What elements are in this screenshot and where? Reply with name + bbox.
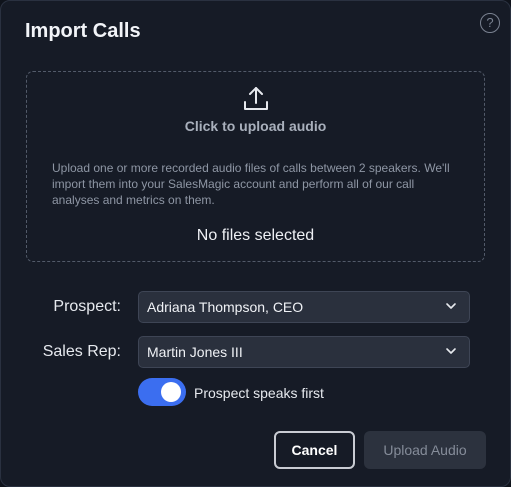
prospect-select-value: Adriana Thompson, CEO xyxy=(147,299,304,315)
help-icon[interactable]: ? xyxy=(480,13,500,33)
upload-dropzone[interactable]: Click to upload audio Upload one or more… xyxy=(26,71,485,262)
import-calls-dialog: Import Calls ? Click to upload audio Upl… xyxy=(0,0,511,487)
upload-description: Upload one or more recorded audio files … xyxy=(52,161,450,207)
upload-audio-button[interactable]: Upload Audio xyxy=(364,431,486,469)
prospect-speaks-first-toggle[interactable] xyxy=(138,378,186,406)
prospect-label: Prospect: xyxy=(53,298,121,315)
dialog-title: Import Calls xyxy=(25,20,141,42)
sales-rep-select[interactable]: Martin Jones III xyxy=(138,336,470,368)
upload-icon xyxy=(244,87,268,110)
file-status: No files selected xyxy=(196,227,315,244)
toggle-knob xyxy=(161,382,181,402)
toggle-label: Prospect speaks first xyxy=(194,385,324,401)
upload-label[interactable]: Click to upload audio xyxy=(27,118,484,134)
sales-rep-select-value: Martin Jones III xyxy=(147,344,243,360)
cancel-button[interactable]: Cancel xyxy=(274,431,355,469)
chevron-down-icon xyxy=(446,303,456,309)
prospect-select[interactable]: Adriana Thompson, CEO xyxy=(138,291,470,323)
chevron-down-icon xyxy=(446,348,456,354)
sales-rep-label: Sales Rep: xyxy=(42,343,121,360)
